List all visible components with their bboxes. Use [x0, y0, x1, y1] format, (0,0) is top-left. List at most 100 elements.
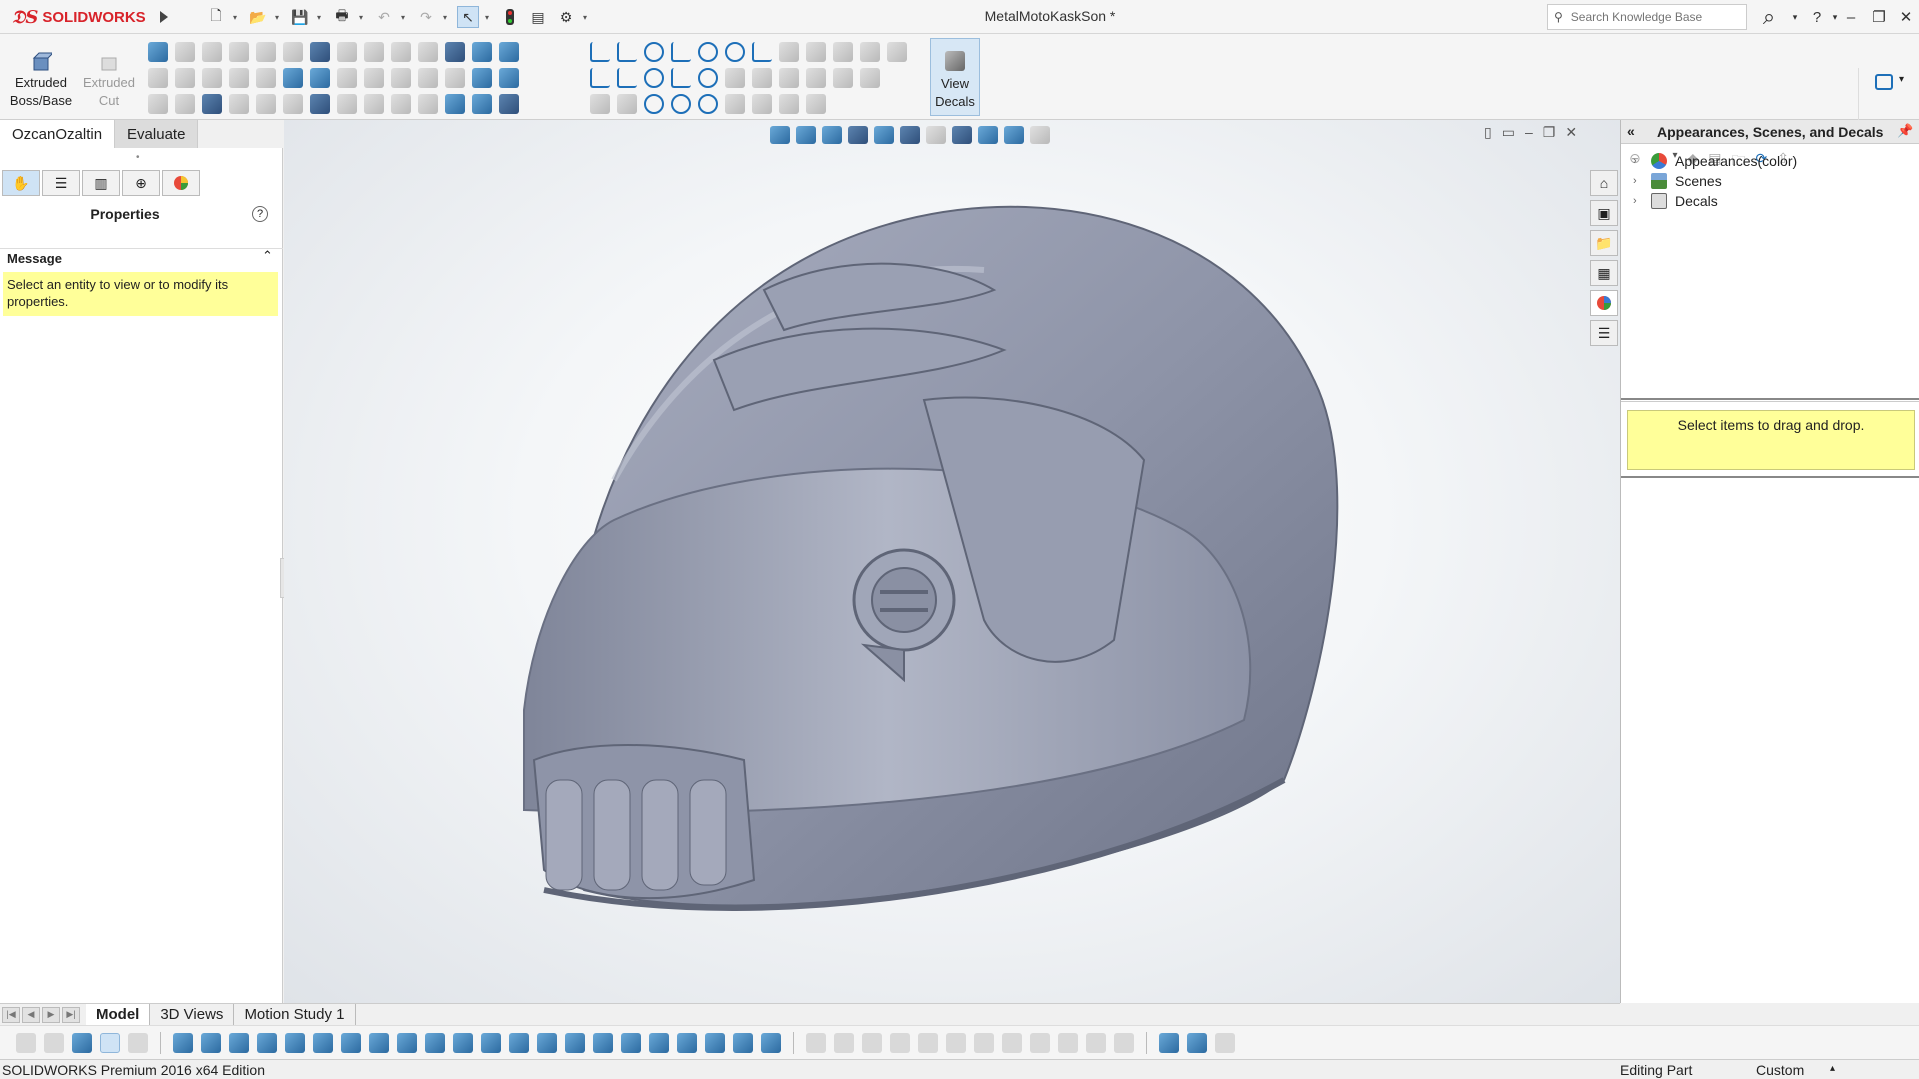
print-dropdown-icon[interactable]: ▾ — [359, 13, 367, 22]
split-icon[interactable] — [418, 68, 438, 88]
save-dropdown-icon[interactable]: ▾ — [317, 13, 325, 22]
freeform-icon[interactable] — [256, 94, 276, 114]
search-icon[interactable]: ⌕ — [1752, 4, 1786, 30]
redo-dropdown-icon[interactable]: ▾ — [443, 13, 451, 22]
swept-icon[interactable] — [175, 42, 195, 62]
appearance-bottom-icon[interactable] — [705, 1032, 725, 1053]
rapid-sketch-icon[interactable] — [779, 94, 799, 114]
message-header[interactable]: Message — [0, 248, 283, 268]
prev-tab-icon[interactable]: ◀ — [22, 1006, 40, 1023]
collapse-pane-icon[interactable]: « — [1627, 123, 1635, 139]
viewport-close-icon[interactable]: ✕ — [1565, 124, 1577, 141]
measure-icon[interactable] — [733, 1032, 753, 1053]
trim-icon[interactable] — [779, 42, 799, 62]
boundary-icon[interactable] — [229, 42, 249, 62]
tab-evaluate[interactable]: Evaluate — [115, 120, 199, 148]
split-entities-icon[interactable] — [806, 68, 826, 88]
swept-cut-icon[interactable] — [175, 68, 195, 88]
rebuild-traffic-light-icon[interactable] — [499, 6, 521, 28]
edit-appearance-hud-icon[interactable] — [978, 126, 998, 144]
file-properties-icon[interactable]: ▤ — [527, 6, 549, 28]
fillet-icon[interactable] — [256, 42, 276, 62]
plane-tool-icon[interactable] — [229, 1032, 249, 1053]
shell-icon[interactable] — [391, 42, 411, 62]
3d-sketch-icon[interactable] — [590, 68, 610, 88]
axis-tool-icon[interactable] — [257, 1032, 277, 1053]
fillet-sketch-icon[interactable] — [725, 68, 745, 88]
snap-inactive-icon[interactable] — [1114, 1032, 1134, 1053]
print-icon[interactable]: 🖶 — [331, 6, 353, 28]
previous-view-icon[interactable] — [822, 126, 842, 144]
linear-sketch-pattern-icon[interactable] — [887, 42, 907, 62]
graphics-area[interactable] — [284, 120, 1620, 1003]
undo-dropdown-icon[interactable]: ▾ — [401, 13, 409, 22]
curves-icon[interactable] — [472, 42, 492, 62]
pane-divider-lower[interactable] — [1621, 476, 1919, 480]
convert-icon[interactable] — [806, 42, 826, 62]
surface-icon[interactable] — [649, 1032, 669, 1053]
open-folder-icon[interactable]: 📂 — [247, 6, 269, 28]
scale-icon[interactable] — [337, 94, 357, 114]
file-explorer-icon[interactable]: 📁 — [1590, 230, 1618, 256]
plane-icon[interactable] — [698, 94, 718, 114]
chamfer-sketch-icon[interactable] — [752, 68, 772, 88]
ellipse-inactive-icon[interactable] — [890, 1032, 910, 1053]
relations-icon[interactable] — [617, 94, 637, 114]
feature-manager-tab-icon[interactable]: ✋ — [2, 170, 40, 196]
intersect-icon[interactable] — [337, 68, 357, 88]
relations-bottom-icon[interactable] — [369, 1032, 389, 1053]
dimxpert-tab-icon[interactable]: ⊕ — [122, 170, 160, 196]
sketch-driven-icon[interactable] — [364, 94, 384, 114]
grid-inactive-icon[interactable] — [1086, 1032, 1106, 1053]
quick-snaps-icon[interactable] — [752, 94, 772, 114]
fillet-inactive-icon[interactable] — [974, 1032, 994, 1053]
sketch-bottom-icon[interactable] — [425, 1032, 445, 1053]
extend-bottom-icon[interactable] — [481, 1032, 501, 1053]
edit-appearance-icon[interactable] — [472, 94, 492, 114]
revolve-cut-icon[interactable] — [148, 68, 168, 88]
view-palette-icon[interactable]: ▦ — [1590, 260, 1618, 286]
smart-dimension-icon[interactable] — [590, 94, 610, 114]
pane-divider[interactable] — [1621, 398, 1919, 402]
units-dropdown-icon[interactable]: ▴ — [1830, 1063, 1835, 1074]
mirror-inactive-icon[interactable] — [946, 1032, 966, 1053]
solidworks-resources-icon[interactable]: ⌂ — [1590, 170, 1618, 196]
fill-pattern-icon[interactable] — [418, 94, 438, 114]
sketch-icon[interactable] — [590, 42, 610, 62]
slot-icon[interactable] — [725, 42, 745, 62]
parallelogram-icon[interactable] — [671, 68, 691, 88]
check-icon[interactable] — [509, 1032, 529, 1053]
minimize-button[interactable]: – — [1838, 6, 1864, 28]
text-icon[interactable] — [671, 94, 691, 114]
lasso-select-icon[interactable] — [128, 1032, 148, 1053]
lofted-cut-icon[interactable] — [202, 68, 222, 88]
point-icon[interactable] — [644, 94, 664, 114]
filter-icon[interactable] — [16, 1032, 36, 1053]
draft-icon[interactable] — [364, 42, 384, 62]
view-decals-button[interactable]: View Decals — [930, 38, 980, 116]
configuration-manager-tab-icon[interactable]: ▥ — [82, 170, 120, 196]
linear-pattern-icon[interactable] — [283, 68, 303, 88]
trim-bottom-icon[interactable] — [453, 1032, 473, 1053]
chamfer-icon[interactable] — [256, 68, 276, 88]
loft-icon[interactable] — [202, 42, 222, 62]
zoom-to-area-icon[interactable] — [796, 126, 816, 144]
repair-icon[interactable] — [725, 94, 745, 114]
polygon-icon[interactable] — [698, 42, 718, 62]
indent-icon[interactable] — [202, 94, 222, 114]
ellipse-icon[interactable] — [698, 68, 718, 88]
open-dropdown-icon[interactable]: ▾ — [275, 13, 283, 22]
filter-faces-icon[interactable] — [72, 1032, 92, 1053]
wrap-icon[interactable] — [337, 42, 357, 62]
cmdmgr-options-icon[interactable] — [1875, 74, 1893, 90]
helmet-model[interactable] — [284, 120, 1620, 1003]
dynamic-annotation-icon[interactable] — [874, 126, 894, 144]
hide-show-items-icon[interactable] — [952, 126, 972, 144]
coordinate-icon[interactable] — [285, 1032, 305, 1053]
search-scope-icon[interactable]: ⚲ — [1554, 10, 1563, 24]
smart-dimension-bottom-icon[interactable] — [313, 1032, 333, 1053]
pattern-inactive-icon[interactable] — [1058, 1032, 1078, 1053]
first-tab-icon[interactable]: |◀ — [2, 1006, 20, 1023]
thread-icon[interactable] — [391, 68, 411, 88]
centerline-icon[interactable] — [617, 68, 637, 88]
